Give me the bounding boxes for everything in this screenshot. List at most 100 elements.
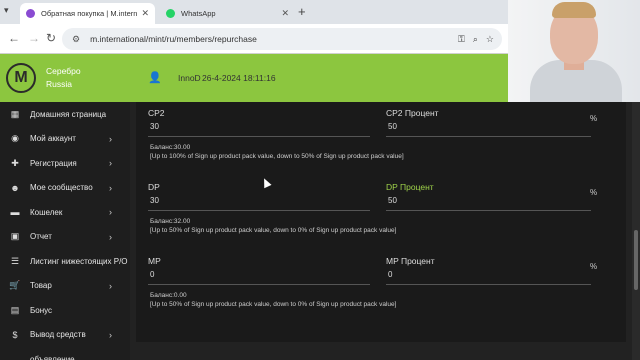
tab-repurchase[interactable]: Обратная покупка | M.internation ✕: [20, 3, 155, 24]
sidebar-item-4[interactable]: ▬ Кошелек ›: [0, 200, 130, 225]
sidebar-item-label: Товар: [30, 281, 52, 291]
user-icon: 👤: [148, 72, 162, 84]
percent-unit: %: [590, 114, 598, 123]
range-note: [Up to 50% of Sign up product pack value…: [150, 227, 397, 234]
balance-text: Баланс:32.00: [150, 218, 191, 225]
logo-icon: M: [6, 63, 36, 93]
amount-input[interactable]: 30: [150, 122, 368, 136]
tab-title: Обратная покупка | M.internation: [41, 9, 138, 18]
percent-input[interactable]: 0: [388, 270, 588, 284]
menu-item-icon: ▣: [10, 231, 20, 242]
sidebar-item-label: Листинг нижестоящих P/O: [30, 256, 128, 266]
webcam-overlay: [508, 0, 640, 102]
amount-input-underline: [148, 284, 370, 285]
sidebar-item-label: Мое сообщество: [30, 183, 93, 193]
sidebar-item-3[interactable]: ☻ Мое сообщество ›: [0, 176, 130, 201]
tab-whatsapp[interactable]: WhatsApp ✕: [160, 3, 295, 24]
address-bar[interactable]: ⚙ m.international/mint/ru/members/repurc…: [62, 28, 502, 50]
field-label: CP2: [148, 108, 165, 118]
range-note: [Up to 100% of Sign up product pack valu…: [150, 153, 404, 160]
close-tab-icon[interactable]: ✕: [141, 8, 149, 19]
sidebar-item-label: Мой аккаунт: [30, 134, 76, 144]
sidebar-item-8[interactable]: ▤ Бонус: [0, 298, 130, 323]
sidebar-item-label: Кошелек: [30, 207, 63, 217]
chevron-right-icon: ›: [109, 158, 112, 169]
site-favicon-icon: [26, 9, 35, 18]
percent-field-label: CP2 Процент: [386, 108, 439, 118]
whatsapp-favicon-icon: [166, 9, 175, 18]
sidebar-item-1[interactable]: ◉ Мой аккаунт ›: [0, 127, 130, 152]
sidebar-item-label: Отчет: [30, 232, 52, 242]
sidebar-item-10[interactable]: объявление: [0, 347, 130, 360]
sidebar-item-7[interactable]: 🛒 Товар ›: [0, 274, 130, 299]
brand-text: Серебро Russia: [46, 65, 81, 91]
brand-line1: Серебро: [46, 66, 81, 76]
repurchase-form: CP2 CP2 Процент 30 50% Баланс:30.00 [Up to 10…: [136, 102, 626, 342]
menu-item-icon: ◉: [11, 133, 19, 144]
amount-input[interactable]: 30: [150, 196, 368, 210]
forward-arrow-icon[interactable]: →: [28, 31, 40, 45]
screen: ▾ Обратная покупка | M.internation ✕ Wha…: [0, 0, 640, 360]
chevron-right-icon: ›: [109, 280, 112, 291]
menu-item-icon: $: [12, 329, 18, 340]
amount-input-underline: [148, 210, 370, 211]
sidebar-item-label: Вывод средств: [30, 330, 86, 340]
percent-input-underline: [386, 136, 591, 137]
amount-input-underline: [148, 136, 370, 137]
percent-field-label: DP Процент: [386, 182, 434, 192]
sidebar-item-label: Бонус: [30, 305, 53, 315]
chevron-right-icon: ›: [109, 207, 112, 218]
new-tab-button[interactable]: +: [298, 4, 306, 19]
tab-title: WhatsApp: [181, 9, 216, 18]
menu-item-icon: 🛒: [9, 280, 21, 291]
reload-icon[interactable]: ↻: [46, 31, 56, 45]
sidebar-item-6[interactable]: ☰ Листинг нижестоящих P/O: [0, 249, 130, 274]
percent-unit: %: [590, 188, 598, 197]
field-label: DP: [148, 182, 160, 192]
balance-text: Баланс:0.00: [150, 292, 187, 299]
chevron-right-icon: ›: [109, 182, 112, 193]
close-tab-icon[interactable]: ✕: [281, 8, 289, 19]
brand-line2: Russia: [46, 79, 72, 89]
menu-item-icon: ▬: [10, 207, 20, 218]
tab-search-icon[interactable]: ▾: [4, 5, 9, 16]
field-label: MP: [148, 256, 161, 266]
percent-field-label: MP Процент: [386, 256, 435, 266]
presenter-hair: [552, 2, 596, 18]
menu-item-icon: ✚: [11, 157, 19, 168]
percent-unit: %: [590, 262, 598, 271]
main-content: CP2 CP2 Процент 30 50% Баланс:30.00 [Up to 10…: [130, 102, 640, 360]
percent-input-underline: [386, 284, 591, 285]
menu-item-icon: ▦: [10, 108, 20, 119]
back-arrow-icon[interactable]: ←: [8, 31, 20, 45]
username: InnoD: [178, 73, 201, 83]
bookmark-star-icon[interactable]: ☆: [486, 34, 494, 45]
sidebar-item-2[interactable]: ✚ Регистрация ›: [0, 151, 130, 176]
balance-text: Баланс:30.00: [150, 144, 191, 151]
sidebar-item-label: объявление: [30, 354, 75, 360]
site-info-icon[interactable]: ⚙: [72, 34, 80, 45]
password-key-icon[interactable]: ⚿: [458, 34, 465, 45]
percent-input[interactable]: 50: [388, 122, 588, 136]
sidebar-item-label: Регистрация: [30, 158, 77, 168]
percent-input[interactable]: 50: [388, 196, 588, 210]
chevron-right-icon: ›: [109, 133, 112, 144]
chevron-right-icon: ›: [109, 231, 112, 242]
zoom-icon[interactable]: ⌕: [473, 34, 478, 45]
datetime: 26-4-2024 18:11:16: [202, 73, 276, 83]
scrollbar-thumb[interactable]: [634, 230, 638, 290]
sidebar: M Серебро Russia ▦ Домашняя страница ◉ Мой …: [0, 54, 130, 360]
sidebar-item-9[interactable]: $ Вывод средств ›: [0, 323, 130, 348]
sidebar-menu: ▦ Домашняя страница ◉ Мой аккаунт › ✚ Регистра…: [0, 102, 130, 360]
sidebar-item-0[interactable]: ▦ Домашняя страница: [0, 102, 130, 127]
percent-input-underline: [386, 210, 591, 211]
brand-header[interactable]: M Серебро Russia: [0, 54, 130, 102]
menu-item-icon: ☰: [10, 255, 20, 266]
chevron-right-icon: ›: [109, 329, 112, 340]
range-note: [Up to 50% of Sign up product pack value…: [150, 301, 397, 308]
page-scrollbar[interactable]: [632, 102, 640, 360]
amount-input[interactable]: 0: [150, 270, 368, 284]
sidebar-item-5[interactable]: ▣ Отчет ›: [0, 225, 130, 250]
url-text: m.international/mint/ru/members/repurcha…: [90, 34, 257, 44]
sidebar-item-label: Домашняя страница: [30, 109, 107, 119]
